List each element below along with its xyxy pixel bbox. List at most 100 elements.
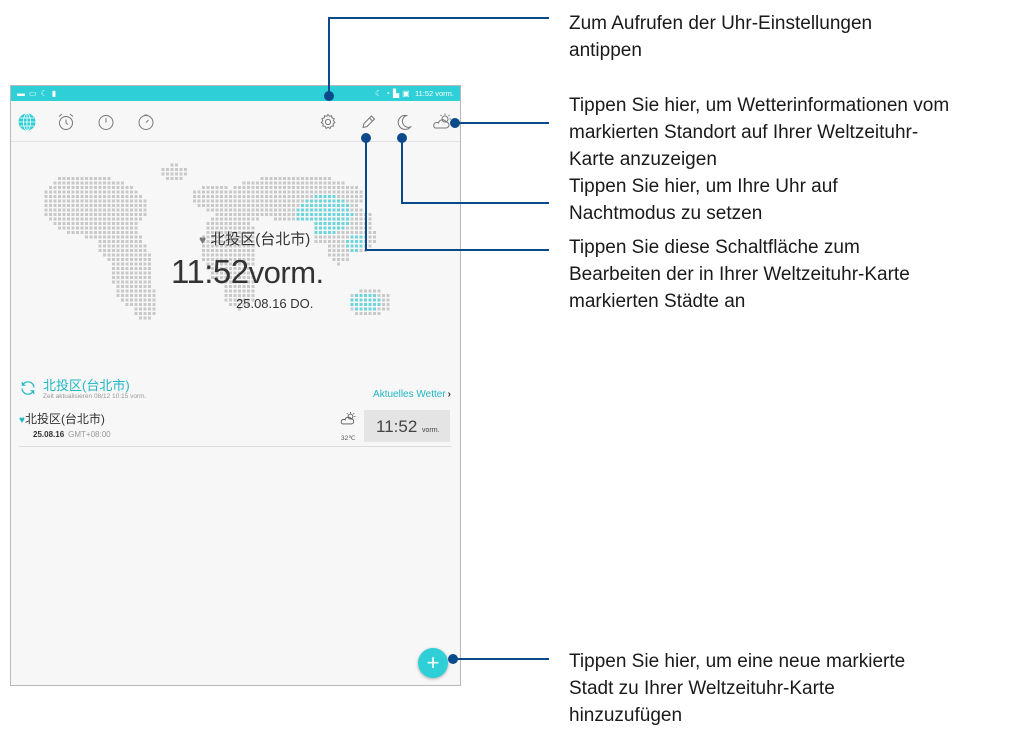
map-dot <box>71 177 75 180</box>
map-dot <box>220 249 223 252</box>
map-dot <box>125 208 129 212</box>
map-dot <box>337 213 340 216</box>
map-dot <box>121 208 124 212</box>
callout-add-city: Tippen Sie hier, um eine neue markierte … <box>569 648 905 729</box>
map-dot <box>215 217 219 221</box>
alarm-clock-icon <box>58 113 74 130</box>
map-dot <box>287 195 291 198</box>
map-dot <box>328 231 331 234</box>
map-dot <box>125 303 129 306</box>
map-dot <box>310 199 313 203</box>
map-dot <box>256 204 259 207</box>
world-clock-tab[interactable] <box>16 111 38 133</box>
sync-icon[interactable] <box>19 379 37 397</box>
map-dot <box>265 199 268 203</box>
map-dot <box>80 208 84 212</box>
map-dot <box>179 168 183 171</box>
map-dot <box>265 181 268 185</box>
map-dot <box>49 213 52 216</box>
file-icon: ▮ <box>51 89 61 98</box>
map-dot <box>175 168 178 171</box>
alarm-tab[interactable] <box>55 111 77 133</box>
map-dot <box>67 226 70 230</box>
map-dot <box>58 181 61 185</box>
edit-button[interactable] <box>357 111 379 133</box>
map-dot <box>206 195 210 198</box>
map-dot <box>58 190 61 194</box>
map-dot <box>44 204 48 207</box>
map-dot <box>229 249 232 252</box>
timer-tab[interactable] <box>135 111 157 133</box>
map-dot <box>121 258 124 261</box>
map-dot <box>58 177 61 180</box>
map-dot <box>310 217 313 221</box>
map-dot <box>364 213 367 216</box>
map-dot <box>314 235 318 239</box>
map-dot <box>233 199 237 203</box>
add-city-button[interactable]: + <box>418 648 448 678</box>
map-dot <box>283 204 286 207</box>
callout-night-mode: Tippen Sie hier, um Ihre Uhr auf Nachtmo… <box>569 173 838 227</box>
city-time-value: 11:52 <box>376 417 418 436</box>
map-dot <box>53 217 57 221</box>
map-dot <box>346 186 349 189</box>
map-dot <box>67 177 70 180</box>
map-dot <box>242 208 246 212</box>
city-time-box: 11:52 vorm. <box>364 410 450 442</box>
battery-icon: ▣ <box>402 89 410 98</box>
map-dot <box>107 231 111 234</box>
partly-cloudy-icon <box>433 113 451 129</box>
map-dot <box>377 307 381 311</box>
map-dot <box>98 208 102 212</box>
map-dot <box>130 253 133 257</box>
map-dot <box>116 181 120 185</box>
map-dot <box>238 222 241 225</box>
map-dot <box>121 222 124 225</box>
map-dot <box>130 226 133 230</box>
current-weather-link[interactable]: Aktuelles Wetter › <box>373 389 451 400</box>
map-dot <box>125 213 129 216</box>
map-dot <box>346 249 349 252</box>
map-dot <box>62 195 66 198</box>
settings-button[interactable] <box>317 111 339 133</box>
map-dot <box>355 240 358 243</box>
map-dot <box>139 249 142 252</box>
map-dot <box>103 204 106 207</box>
map-dot <box>373 298 376 302</box>
map-dot <box>211 186 214 189</box>
map-dot <box>202 199 205 203</box>
map-dot <box>148 312 151 315</box>
map-dot <box>80 186 84 189</box>
map-dot <box>251 217 255 221</box>
map-dot <box>350 249 354 252</box>
map-dot <box>125 204 129 207</box>
map-dot <box>238 249 241 252</box>
map-dot <box>364 312 367 315</box>
map-dot <box>260 213 264 216</box>
map-dot <box>85 181 88 185</box>
map-dot <box>121 289 124 293</box>
map-dot <box>125 195 129 198</box>
phone-screen: ▬▭☾▮ ☾ ◔ ▙ ▣ 11:52 vorm. ♥ 北投区(台北市) 11:5… <box>10 85 461 686</box>
night-mode-button[interactable] <box>393 111 415 133</box>
weather-button[interactable] <box>431 111 453 133</box>
map-dot <box>359 222 363 225</box>
map-dot <box>296 181 300 185</box>
map-dot <box>116 262 120 266</box>
map-dot <box>215 222 219 225</box>
map-dot <box>53 213 57 216</box>
stopwatch-tab[interactable] <box>95 111 117 133</box>
map-dot <box>53 208 57 212</box>
map-dot <box>62 217 66 221</box>
map-time-suffix: vorm. <box>248 255 325 290</box>
map-dot <box>220 199 223 203</box>
map-dot <box>346 204 349 207</box>
map-dot <box>166 177 169 180</box>
map-dot <box>148 285 151 288</box>
map-dot <box>355 231 358 234</box>
map-dot <box>94 217 97 221</box>
map-dot <box>341 199 345 203</box>
city-list-item[interactable]: ♥北投区(台北市) 25.08.16 GMT+08:00 32℃ 11:52 vo… <box>19 408 451 447</box>
map-dot <box>319 186 322 189</box>
map-dot <box>283 181 286 185</box>
